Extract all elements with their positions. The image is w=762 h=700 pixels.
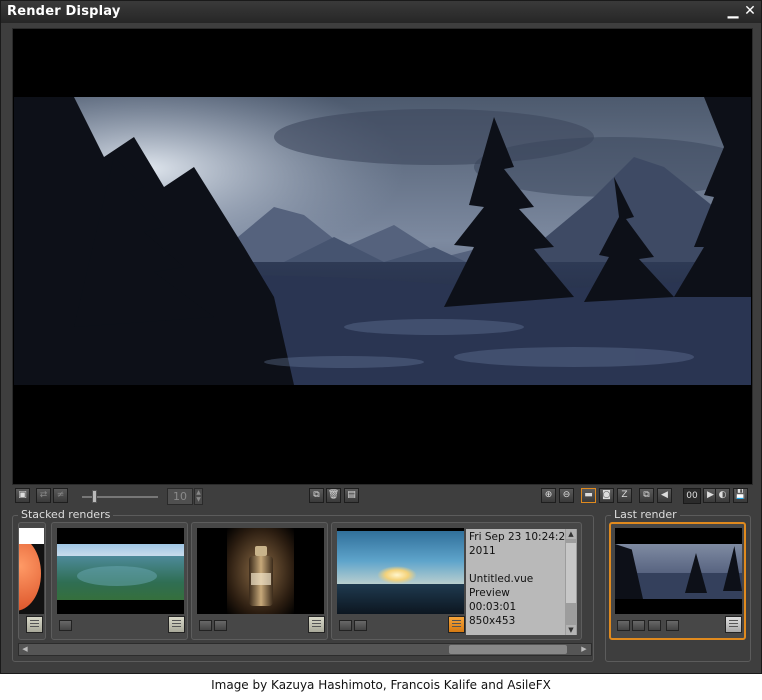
stacked-render-thumbnail xyxy=(19,528,44,614)
contrast-icon[interactable]: ◐ xyxy=(715,488,730,503)
rendered-image xyxy=(14,97,751,385)
camera-icon[interactable] xyxy=(59,620,72,631)
waveform-icon[interactable] xyxy=(354,620,367,631)
window-title: Render Display xyxy=(7,4,121,19)
zoom-in-icon[interactable]: ⊕ xyxy=(541,488,556,503)
render-date: Fri Sep 23 10:24:26 xyxy=(469,531,565,543)
notes-icon[interactable] xyxy=(26,616,43,633)
previous-frame-icon[interactable]: ◀ xyxy=(657,488,672,503)
waveform-icon[interactable] xyxy=(666,620,679,631)
camera-icon[interactable] xyxy=(199,620,212,631)
title-bar[interactable]: Render Display ▁ ✕ xyxy=(1,1,761,23)
render-year: 2011 xyxy=(469,545,496,557)
scroll-down-icon[interactable]: ▼ xyxy=(566,625,576,635)
scroll-up-icon[interactable]: ▲ xyxy=(566,529,576,539)
stacked-renders-scrollbar[interactable]: ◀ ▶ xyxy=(18,643,592,656)
info-scroll-thumb[interactable] xyxy=(566,543,576,603)
last-render-thumbnail xyxy=(615,528,742,614)
alpha-channel-icon[interactable]: ◙ xyxy=(599,488,614,503)
image-caption: Image by Kazuya Hashimoto, Francois Kali… xyxy=(211,678,551,692)
frame-counter[interactable]: 00 xyxy=(683,488,701,504)
close-icon[interactable]: ✕ xyxy=(742,3,758,19)
z-depth-button[interactable]: Z xyxy=(617,488,632,503)
stack-options-icon[interactable]: ▤ xyxy=(344,488,359,503)
frame-value-stepper[interactable]: ▲ ▼ xyxy=(194,488,203,505)
info-scrollbar[interactable]: ▲ ▼ xyxy=(565,529,577,635)
stacked-render-thumbnail xyxy=(197,528,324,614)
render-file: Untitled.vue xyxy=(469,573,534,585)
minimize-icon[interactable]: ▁ xyxy=(725,3,741,19)
zoom-out-icon[interactable]: ⊖ xyxy=(559,488,574,503)
camera-icon[interactable] xyxy=(617,620,630,631)
render-display-window: Render Display ▁ ✕ ▣ ⇄ ≠ 10 ▲ ▼ ⧉ 🗑 ▤ ⊕ … xyxy=(0,0,762,674)
render-time: 00:03:01 xyxy=(469,601,517,613)
trash-icon[interactable]: 🗑 xyxy=(326,488,341,503)
camera-icon[interactable] xyxy=(339,620,352,631)
not-equal-icon[interactable]: ≠ xyxy=(53,488,68,503)
notes-icon[interactable] xyxy=(168,616,185,633)
last-render-label: Last render xyxy=(611,508,680,522)
export-icon[interactable] xyxy=(725,616,742,633)
stacked-render-thumbnail xyxy=(57,528,184,614)
stack-render-icon[interactable]: ⧉ xyxy=(309,488,324,503)
stacked-render-card[interactable] xyxy=(18,522,46,640)
stacked-renders-label: Stacked renders xyxy=(18,508,114,522)
stacked-render-card[interactable] xyxy=(191,522,328,640)
notes-icon[interactable] xyxy=(448,616,465,633)
stacked-render-card[interactable] xyxy=(51,522,188,640)
stack-icon[interactable] xyxy=(648,620,661,631)
window-icon[interactable]: ▣ xyxy=(15,488,30,503)
notes-icon[interactable] xyxy=(308,616,325,633)
render-quality: Preview xyxy=(469,587,510,599)
frame-value-field[interactable]: 10 xyxy=(167,488,193,505)
history-icon[interactable] xyxy=(632,620,645,631)
save-icon[interactable]: 💾 xyxy=(733,488,748,503)
scroll-left-icon[interactable]: ◀ xyxy=(20,645,30,654)
render-size: 850x453 xyxy=(469,615,516,627)
scroll-right-icon[interactable]: ▶ xyxy=(579,645,589,654)
render-info-panel: Fri Sep 23 10:24:26 2011 Untitled.vue Pr… xyxy=(466,529,565,635)
compare-icon[interactable]: ⧉ xyxy=(639,488,654,503)
render-toolbar: ▣ ⇄ ≠ 10 ▲ ▼ ⧉ 🗑 ▤ ⊕ ⊖ ▬ ◙ Z ⧉ ◀ 00 ▶ ◐ 💾 xyxy=(12,486,752,508)
frame-display-icon[interactable]: ▬ xyxy=(581,488,596,503)
stacked-render-thumbnail xyxy=(337,528,464,614)
render-viewport[interactable] xyxy=(12,28,753,485)
blend-slider-thumb[interactable] xyxy=(92,490,97,503)
last-render-card[interactable] xyxy=(609,522,746,640)
swap-icon[interactable]: ⇄ xyxy=(36,488,51,503)
stacked-scroll-thumb[interactable] xyxy=(449,645,567,654)
waveform-icon[interactable] xyxy=(214,620,227,631)
